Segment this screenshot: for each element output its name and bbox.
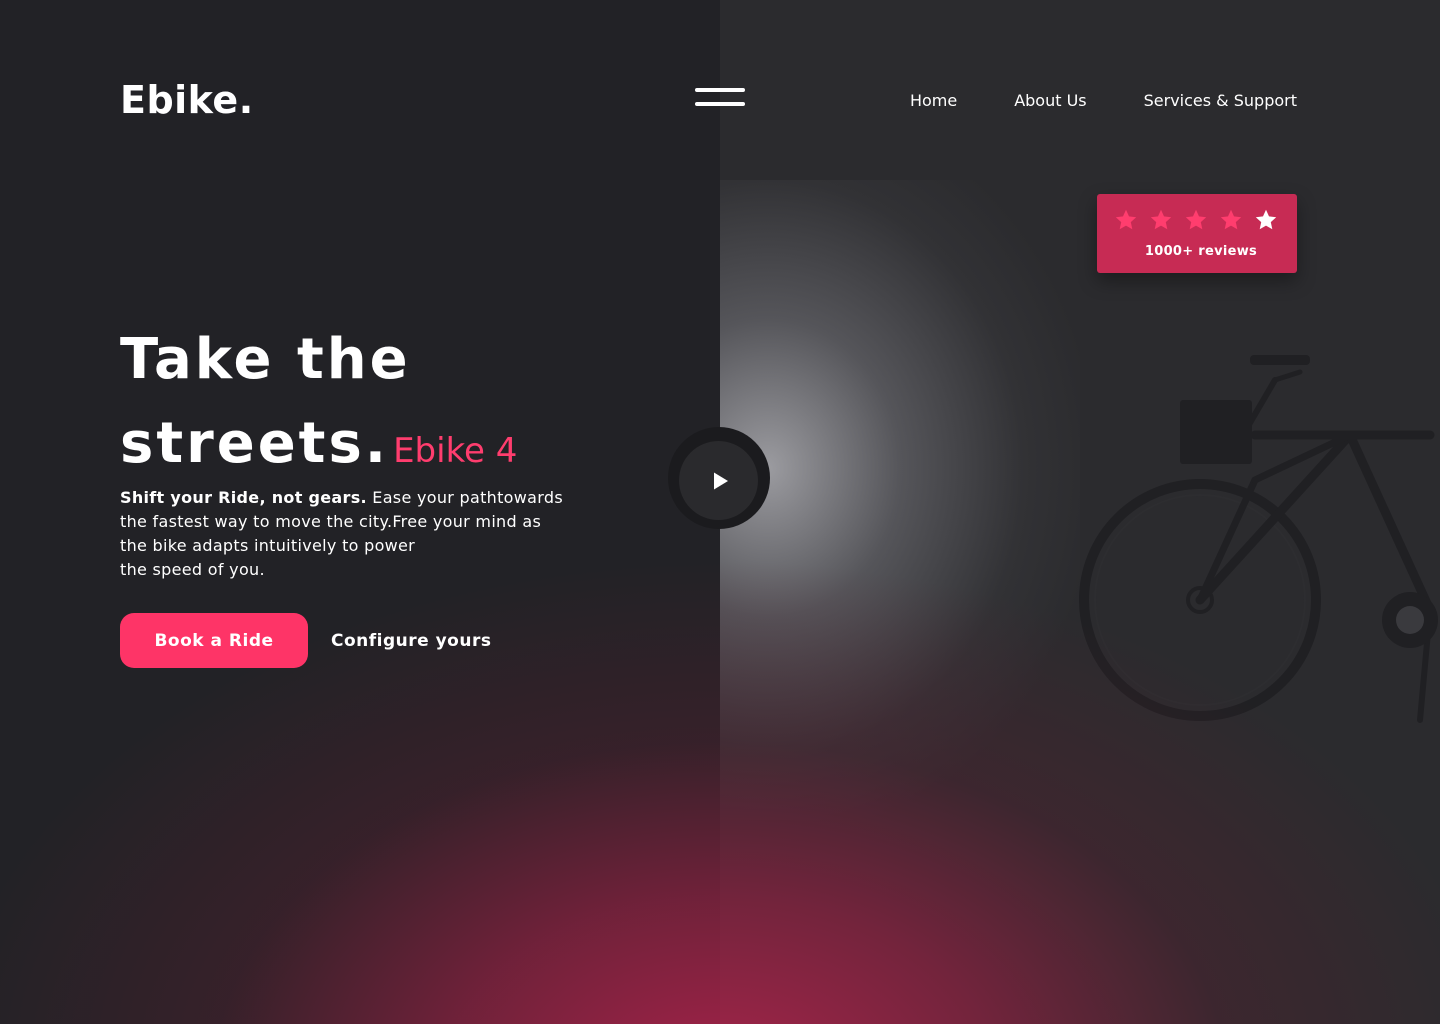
nav-home[interactable]: Home [910,90,957,112]
nav-about-us[interactable]: About Us [1014,90,1086,112]
hero-title: Take the streets. Ebike 4 [120,318,517,493]
description-line: the speed of you. [120,560,265,579]
menu-line [695,102,745,106]
star-icon [1220,209,1242,230]
star-rating [1114,208,1278,232]
description-lead: Ease your pathtowards [372,488,563,507]
hamburger-menu-icon[interactable] [695,88,745,110]
rating-card: 1000+ reviews [1097,194,1297,273]
description-line: the bike adapts intuitively to power [120,536,416,555]
description-bold: Shift your Ride, not gears. [120,488,367,507]
star-icon [1150,209,1172,230]
light-glow [720,180,1080,820]
configure-yours-link[interactable]: Configure yours [331,627,491,655]
play-button-inner [679,441,758,520]
star-icon [1185,209,1207,230]
bicycle-image [1079,355,1438,723]
star-icon [1255,209,1277,230]
menu-line [695,88,745,92]
star-icon [1115,209,1137,230]
logo[interactable]: Ebike. [120,76,254,124]
play-video-button[interactable] [668,427,770,529]
hero-title-line1: Take the [120,327,411,392]
landing-page: Ebike. Home About Us Services & Support … [0,0,1440,1024]
main-nav: Home About Us Services & Support [910,90,1297,112]
play-icon [714,472,728,490]
reviews-count: 1000+ reviews [1144,244,1258,259]
hero-title-line2: streets. [120,411,390,476]
model-name: Ebike 4 [393,431,518,471]
description-line: the fastest way to move the city.Free yo… [120,512,542,531]
hero-photo [720,0,1440,1024]
book-a-ride-button[interactable]: Book a Ride [120,613,308,668]
hero-title-line2-wrap: streets. Ebike 4 [120,402,517,493]
nav-services-support[interactable]: Services & Support [1144,90,1297,112]
description-line: Shift your Ride, not gears. Ease your pa… [120,486,563,510]
hero-description: Shift your Ride, not gears. Ease your pa… [120,486,563,582]
